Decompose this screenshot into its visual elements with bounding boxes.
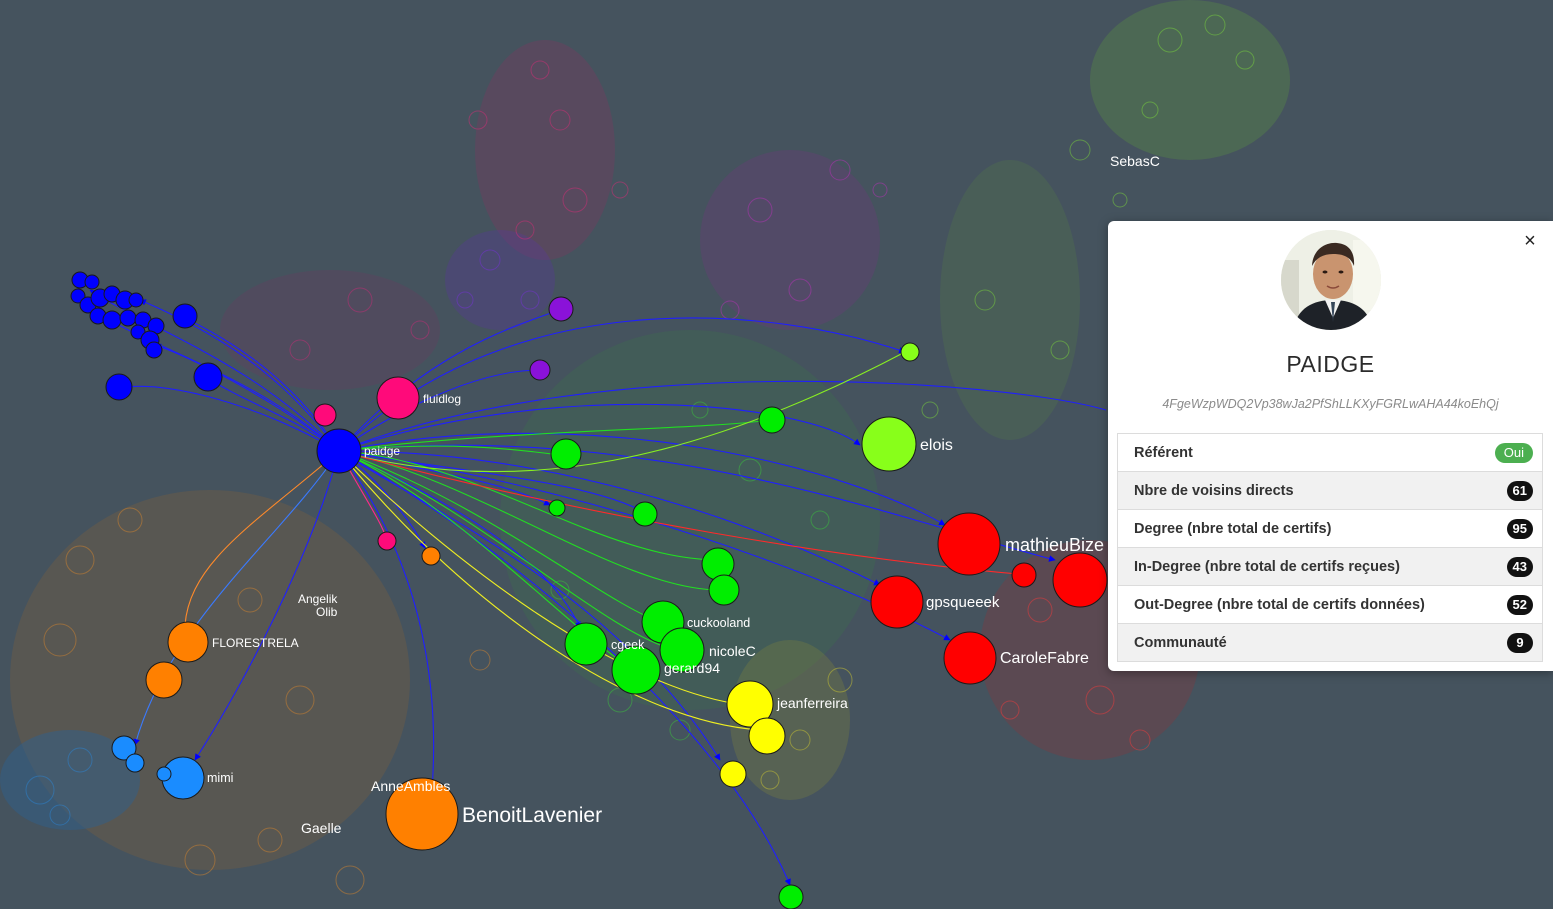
stat-label: In-Degree (nbre total de certifs reçues) <box>1134 558 1400 575</box>
label-cuckooland: cuckooland <box>687 616 750 630</box>
cluster-lime-mid <box>940 160 1080 440</box>
stat-badge: 61 <box>1506 480 1533 501</box>
label-florestrela: FLORESTRELA <box>212 636 299 650</box>
node-yellow-b <box>748 717 786 755</box>
stat-row-out-degree: Out-Degree (nbre total de certifs donnée… <box>1117 586 1543 624</box>
cluster-pink <box>475 40 615 260</box>
close-icon[interactable]: × <box>1521 231 1539 251</box>
stat-label: Out-Degree (nbre total de certifs donnée… <box>1134 596 1425 613</box>
node-orange-small <box>421 546 441 566</box>
label-cgeek: cgeek <box>611 638 645 652</box>
node-carolefabre <box>943 631 997 685</box>
node-skyblue-c <box>156 766 172 782</box>
label-gerard94: gerard94 <box>664 660 720 676</box>
label-jeanferreira: jeanferreira <box>776 695 848 711</box>
node-florestrela <box>167 621 209 663</box>
node-info-panel: × PAIDGE 4FgeWzpWDQ2Vp38wJa2PfShLLKXyFGR… <box>1108 221 1553 671</box>
node-green-c <box>548 499 566 517</box>
cluster-pinkish <box>220 270 440 390</box>
node-mathieubize <box>937 512 1001 576</box>
label-benoitlavenier: BenoitLavenier <box>462 804 602 827</box>
node-pink-2 <box>377 531 397 551</box>
node-purple-2 <box>529 359 551 381</box>
node-pink-small <box>313 403 337 427</box>
node-lime-small <box>900 342 920 362</box>
label-gpsqueeek: gpsqueeek <box>926 594 1000 611</box>
stat-row-referent: Référent Oui <box>1117 434 1543 472</box>
node-orange-b <box>145 661 183 699</box>
node-green-f <box>708 574 740 606</box>
edge <box>119 383 340 452</box>
node-green-e <box>701 547 735 581</box>
node-green-b <box>550 438 582 470</box>
node-elois <box>861 416 917 472</box>
stats-table: Référent Oui Nbre de voisins directs 61 … <box>1117 433 1543 662</box>
node-gpsqueeek <box>870 575 924 629</box>
label-gaelle: Gaelle <box>301 820 342 836</box>
node-name: PAIDGE <box>1286 351 1375 377</box>
node-purple-1 <box>548 296 574 322</box>
label-mathieubize: mathieuBize <box>1005 535 1104 555</box>
stat-row-in-degree: In-Degree (nbre total de certifs reçues)… <box>1117 548 1543 586</box>
stat-row-degree: Degree (nbre total de certifs) 95 <box>1117 510 1543 548</box>
background-clusters <box>0 0 1290 870</box>
label-nicolec: nicoleC <box>709 643 756 659</box>
node-green-a <box>758 406 786 434</box>
stat-row-neighbors: Nbre de voisins directs 61 <box>1117 472 1543 510</box>
cluster-purple <box>445 230 555 330</box>
label-olib: Olib <box>316 605 338 619</box>
cluster-lime <box>1090 0 1290 160</box>
node-red-big <box>1052 552 1108 608</box>
label-elois: elois <box>920 437 953 454</box>
stat-badge: 52 <box>1506 594 1533 615</box>
label-fluidlog: fluidlog <box>423 392 461 406</box>
stat-label: Degree (nbre total de certifs) <box>1134 520 1332 537</box>
label-angelik: Angelik <box>298 592 338 606</box>
label-paidge: paidge <box>364 444 400 458</box>
blue-cluster-nodes <box>70 271 223 401</box>
stat-badge: 95 <box>1506 518 1533 539</box>
stat-row-community: Communauté 9 <box>1117 624 1543 662</box>
stat-badge: Oui <box>1494 442 1533 463</box>
cluster-magenta <box>700 150 880 330</box>
stat-badge: 9 <box>1507 632 1533 653</box>
node-yellow-c <box>719 760 747 788</box>
stat-label: Communauté <box>1134 634 1227 651</box>
node-paidge <box>316 428 362 474</box>
label-carolefabre: CaroleFabre <box>1000 650 1089 667</box>
label-mimi: mimi <box>207 771 233 785</box>
node-red-small <box>1011 562 1037 588</box>
label-sebasc: SebasC <box>1110 153 1160 169</box>
stat-label: Nbre de voisins directs <box>1134 482 1294 499</box>
public-key: 4FgeWzpWDQ2Vp38wJa2PfShLLKXyFGRLwAHA44ko… <box>1162 397 1499 411</box>
node-skyblue-b <box>125 753 145 773</box>
stat-badge: 43 <box>1506 556 1533 577</box>
node-cgeek <box>564 622 608 666</box>
stat-label: Référent <box>1134 444 1193 461</box>
user-avatar <box>1281 230 1381 330</box>
label-anneambles: AnneAmbles <box>371 778 450 794</box>
node-green-d <box>632 501 658 527</box>
node-fluidlog <box>376 376 420 420</box>
node-gerard94 <box>611 645 661 695</box>
node-green-bottom <box>778 884 804 909</box>
